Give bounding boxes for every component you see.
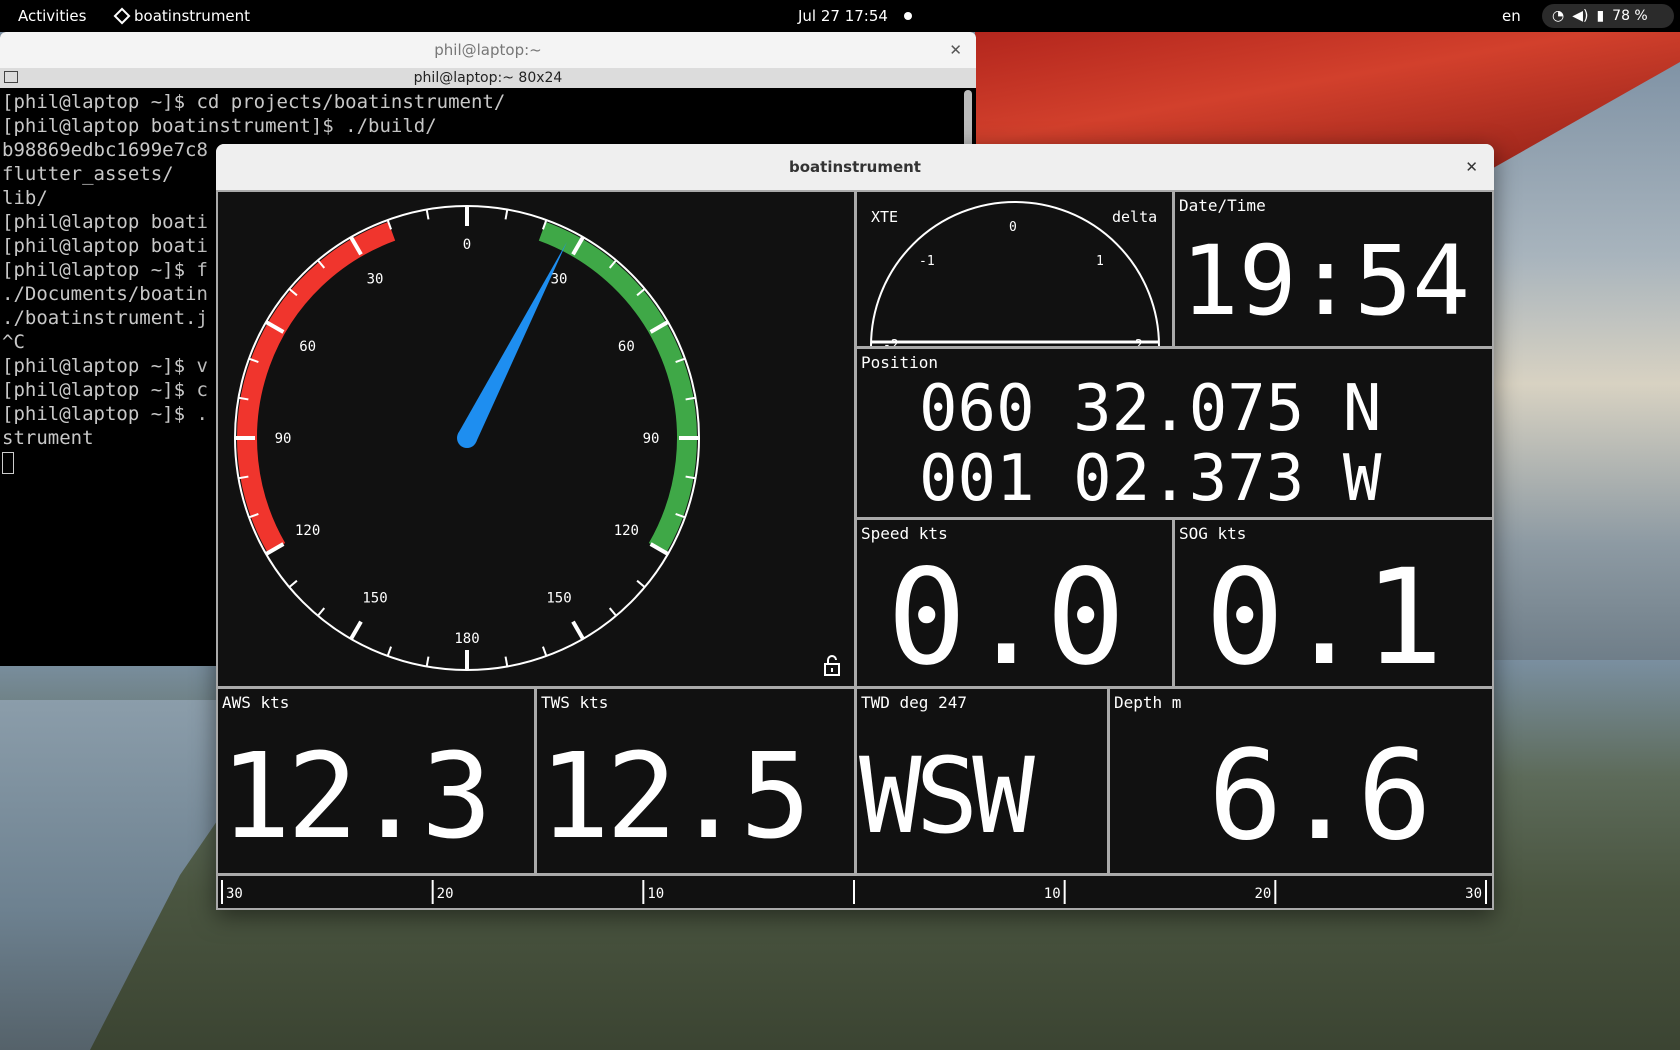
app-close-icon[interactable]: ✕: [1465, 144, 1478, 190]
activities-button[interactable]: Activities: [18, 7, 86, 25]
tws-panel: TWS kts 12.5: [537, 689, 854, 873]
gauge-tick: [386, 646, 393, 657]
datetime-panel: Date/Time 19:54: [1175, 192, 1492, 346]
terminal-close-icon[interactable]: ✕: [949, 32, 962, 68]
battery-icon: ▮: [1596, 8, 1605, 24]
rudder-label: 10: [647, 886, 664, 902]
rudder-label: 30: [1465, 886, 1482, 902]
sog-value: 0.1: [1205, 541, 1444, 686]
xte-panel: XTE delta -2 -1 0 1 2: [857, 192, 1172, 346]
depth-panel: Depth m 6.6: [1110, 689, 1492, 873]
gauge-label: 90: [643, 431, 660, 447]
gauge-tick: [504, 656, 509, 667]
app-titlebar[interactable]: boatinstrument ✕: [216, 144, 1494, 190]
terminal-line: [phil@laptop ~]$ cd projects/boatinstrum…: [2, 91, 506, 113]
clock[interactable]: Jul 27 17:54: [798, 7, 888, 25]
language-indicator[interactable]: en: [1502, 7, 1521, 25]
aws-label: AWS kts: [222, 693, 290, 712]
gauge-label: 150: [546, 590, 571, 606]
aws-value: 12.3: [220, 727, 492, 865]
twd-value: WSW: [859, 735, 1035, 857]
gauge-tick: [636, 579, 646, 588]
terminal-title: phil@laptop:~: [434, 41, 542, 59]
top-bar: Activities boatinstrument Jul 27 17:54 e…: [0, 0, 1680, 32]
gauge-label: 150: [362, 590, 387, 606]
position-panel: Position 060 32.075 N 001 02.373 W: [857, 349, 1492, 517]
gauge-label: 0: [463, 237, 471, 253]
app-menu-label: boatinstrument: [134, 7, 251, 25]
gauge-tick: [571, 620, 585, 640]
xte-tick-1: 1: [1096, 254, 1104, 269]
xte-gauge: [870, 201, 1160, 346]
gauge-label: 120: [614, 523, 639, 539]
speed-value: 0.0: [887, 541, 1126, 686]
gauge-tick: [349, 620, 363, 640]
position-longitude: 001 02.373 W: [919, 442, 1382, 516]
needle-hub: [457, 428, 477, 448]
rudder-label: 10: [1044, 886, 1061, 902]
terminal-subtitle: phil@laptop:~ 80x24: [413, 70, 563, 86]
terminal-line: [phil@laptop boatinstrument]$ ./build/: [2, 115, 437, 137]
speed-panel: Speed kts 0.0: [857, 520, 1172, 686]
gauge-label: 60: [618, 339, 635, 355]
notification-dot: [904, 12, 912, 20]
aws-panel: AWS kts 12.3: [218, 689, 534, 873]
tws-value: 12.5: [539, 727, 811, 865]
gauge-label: 30: [551, 272, 568, 288]
gauge-tick: [541, 646, 548, 657]
terminal-tabbar: phil@laptop:~ 80x24: [0, 68, 976, 88]
xte-tick-m1: -1: [919, 254, 935, 269]
wind-gauge-panel: 0 30 60 90 120 150 180 30 60 90 120 150: [218, 192, 854, 686]
twd-label: TWD deg 247: [861, 693, 967, 712]
terminal-titlebar[interactable]: phil@laptop:~ ✕: [0, 32, 976, 68]
wifi-icon: ◔: [1552, 8, 1565, 24]
rudder-label: 30: [226, 886, 243, 902]
wind-gauge: 0 30 60 90 120 150 180 30 60 90 120 150: [234, 205, 700, 671]
battery-percent: 78 %: [1612, 8, 1648, 24]
gauge-tick: [504, 209, 509, 220]
gauge-label: 30: [367, 272, 384, 288]
twd-panel: TWD deg 247 WSW: [857, 689, 1107, 873]
rudder-scale-panel: 30 20 10 10 20 30: [218, 876, 1492, 908]
gauge-tick: [317, 607, 326, 617]
xte-tick-m2: -2: [883, 338, 899, 346]
gauge-tick: [425, 656, 430, 667]
terminal-menu-icon[interactable]: [4, 71, 18, 83]
app-title: boatinstrument: [789, 158, 921, 176]
rudder-label: 20: [437, 886, 454, 902]
sog-panel: SOG kts 0.1: [1175, 520, 1492, 686]
wind-needle: [458, 241, 567, 443]
rudder-label: 20: [1254, 886, 1271, 902]
datetime-label: Date/Time: [1179, 196, 1266, 215]
gauge-label: 60: [299, 339, 316, 355]
boatinstrument-window[interactable]: boatinstrument ✕ 0 30 60 90 120 150 180 30 60 90 1…: [216, 144, 1494, 910]
position-latitude: 060 32.075 N: [919, 372, 1382, 446]
gauge-label: 90: [275, 431, 292, 447]
tws-label: TWS kts: [541, 693, 609, 712]
rudder-scale: 30 20 10 10 20 30: [221, 880, 1487, 904]
datetime-value: 19:54: [1181, 225, 1470, 337]
depth-value: 6.6: [1208, 724, 1432, 868]
xte-tick-0: 0: [1009, 220, 1017, 235]
gauge-tick: [288, 579, 298, 588]
gauge-tick: [608, 607, 617, 617]
app-menu[interactable]: boatinstrument: [113, 7, 251, 25]
depth-label: Depth m: [1114, 693, 1182, 712]
terminal-cursor: [2, 451, 14, 474]
gauge-label: 120: [295, 523, 320, 539]
volume-icon: ◀): [1572, 8, 1589, 24]
app-icon: [113, 7, 131, 25]
gauge-tick: [425, 209, 430, 220]
lock-icon[interactable]: [822, 654, 842, 678]
gauge-label: 180: [454, 631, 479, 647]
xte-tick-2: 2: [1135, 338, 1143, 346]
system-tray[interactable]: ◔ ◀) ▮ 78 %: [1542, 4, 1674, 28]
